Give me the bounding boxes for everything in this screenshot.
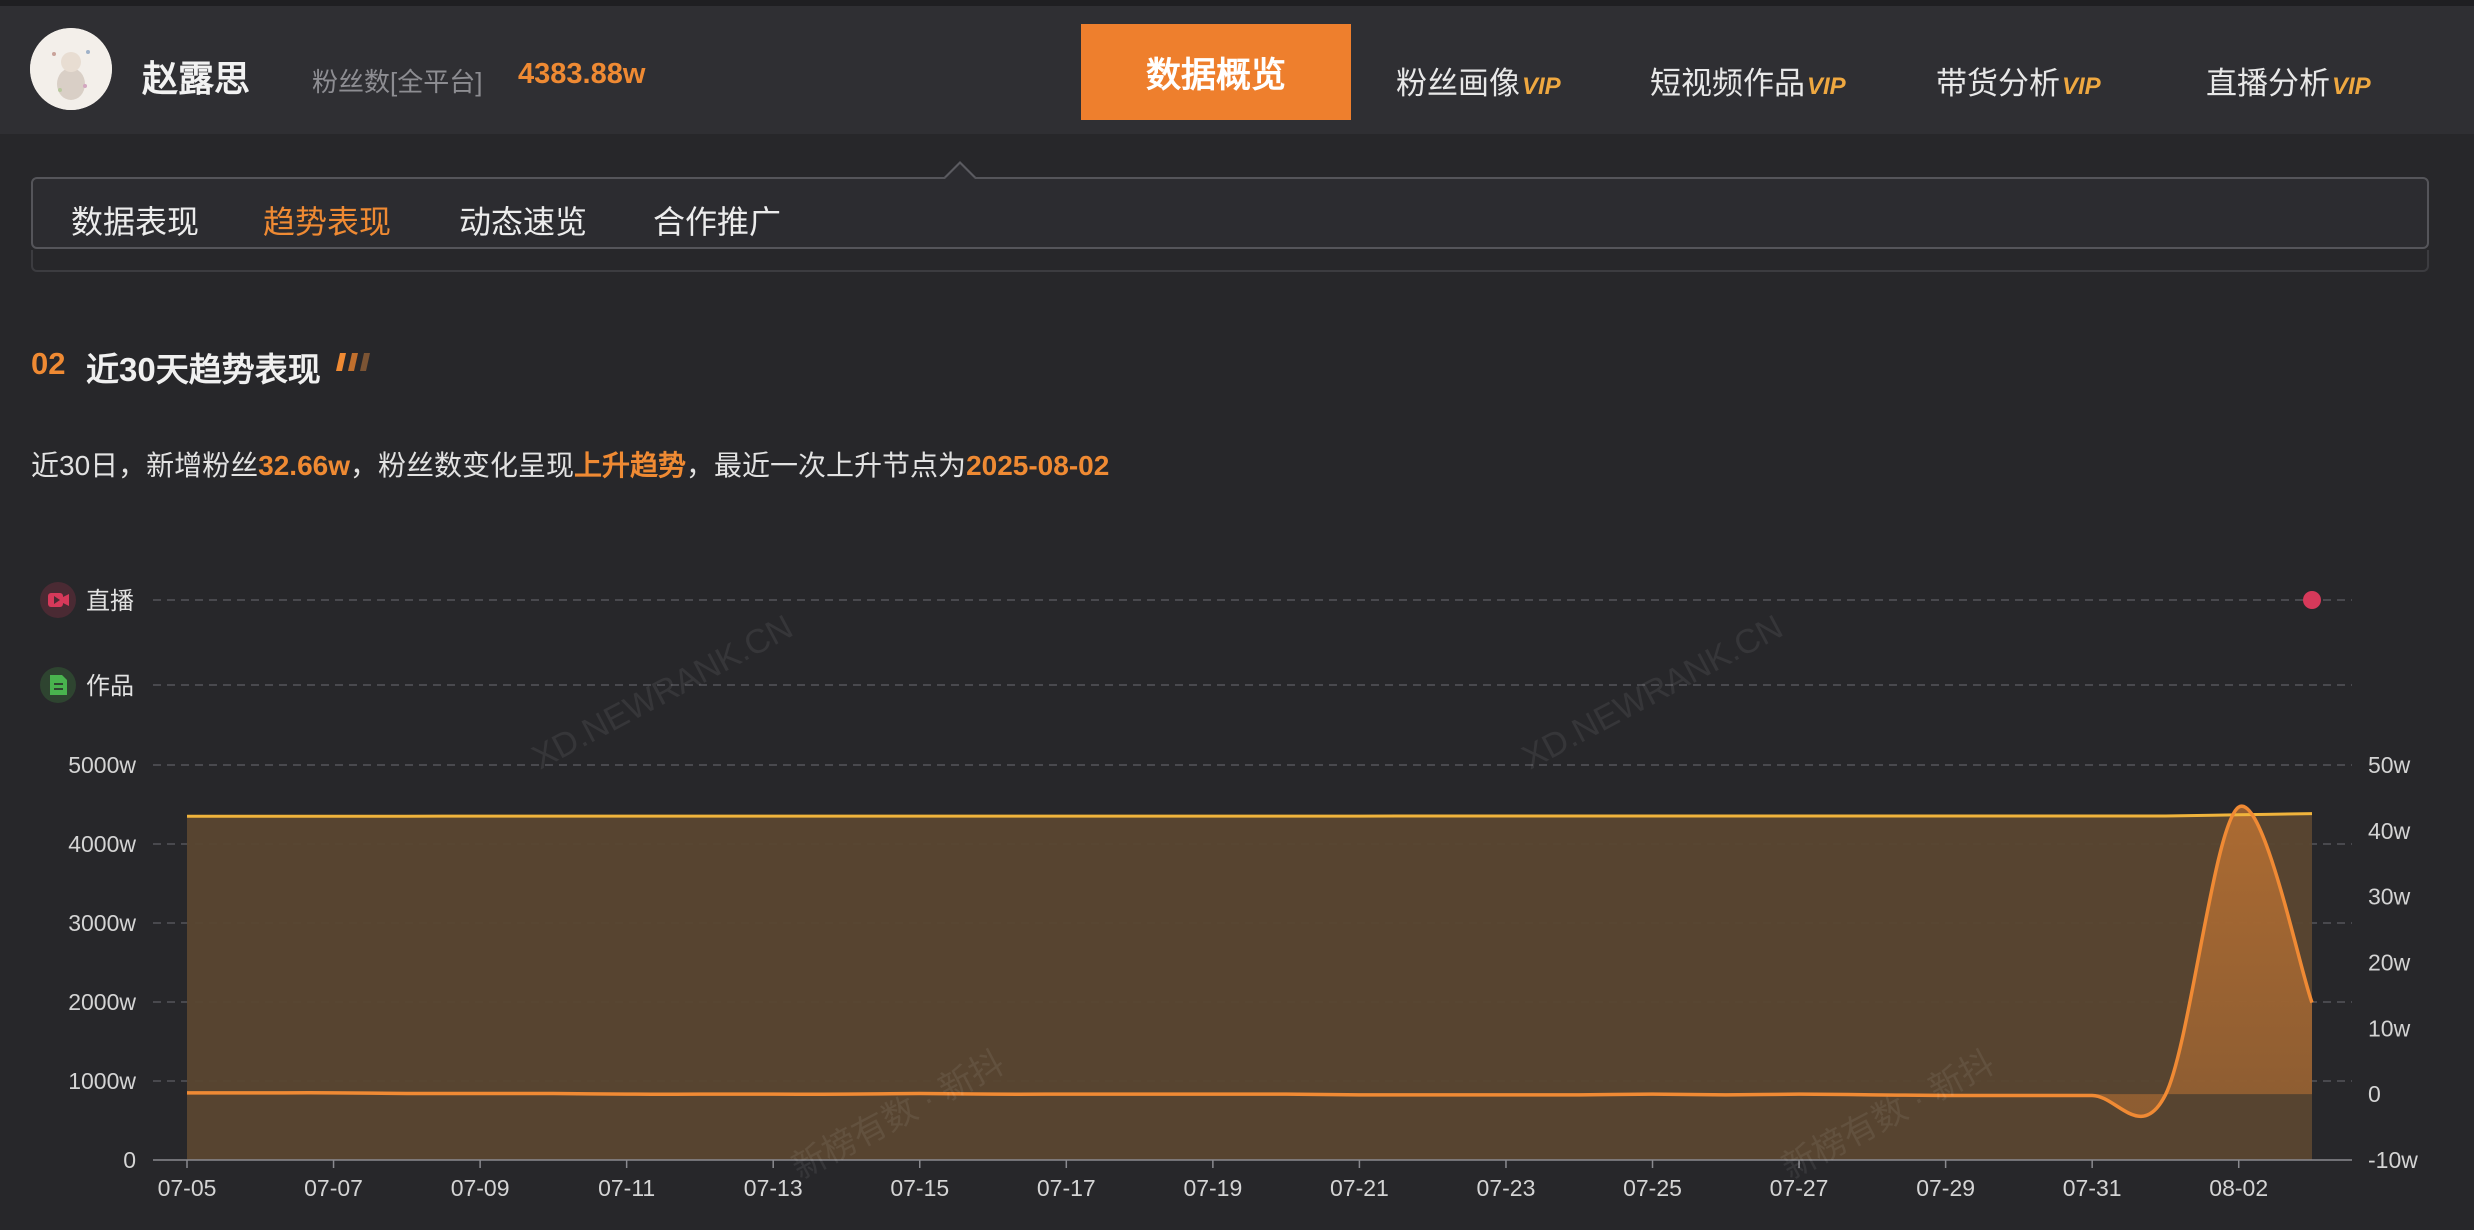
y-right-tick-label: 20w <box>2368 950 2411 976</box>
vip-badge: VIP <box>1807 73 1846 100</box>
y-right-tick-label: 30w <box>2368 884 2411 910</box>
event-row-label: 直播 <box>86 588 134 615</box>
y-right-tick-label: 0 <box>2368 1081 2381 1107</box>
fans-count-label: 粉丝数[全平台] <box>312 67 483 97</box>
x-tick-label: 07-13 <box>744 1175 803 1201</box>
watermark: XD.NEWRANK.CN <box>526 608 799 777</box>
y-left-tick-label: 5000w <box>68 752 136 778</box>
y-left-tick-label: 4000w <box>68 831 136 857</box>
avatar[interactable] <box>30 28 112 110</box>
x-tick-label: 07-31 <box>2063 1175 2122 1201</box>
x-tick-label: 07-17 <box>1037 1175 1096 1201</box>
section-title: 近30天趋势表现 <box>86 351 321 388</box>
nav-tab-sales-analysis[interactable]: 带货分析VIP <box>1936 58 2101 103</box>
y-left-tick-label: 1000w <box>68 1068 136 1094</box>
x-tick-label: 07-09 <box>451 1175 510 1201</box>
event-row-label: 作品 <box>86 673 134 700</box>
y-left-tick-label: 0 <box>123 1147 136 1173</box>
y-right-tick-label: 50w <box>2368 752 2411 778</box>
series-1-area <box>187 813 2312 1160</box>
x-tick-label: 07-15 <box>890 1175 949 1201</box>
vip-badge: VIP <box>2332 73 2371 100</box>
top-navigation-bar: 赵露思 粉丝数[全平台] 4383.88w 数据概览 粉丝画像VIP 短视频作品… <box>0 0 2474 134</box>
vip-badge: VIP <box>1522 73 1561 100</box>
x-tick-label: 07-11 <box>598 1175 655 1201</box>
x-tick-label: 08-02 <box>2209 1175 2268 1201</box>
sub-tab-bar: 数据表现 趋势表现 动态速览 合作推广 <box>31 177 2429 249</box>
new-fans-value: 32.66w <box>258 450 351 481</box>
title-decoration-icon <box>336 353 370 371</box>
subtab-cooperation[interactable]: 合作推广 <box>653 197 781 243</box>
y-right-tick-label: -10w <box>2368 1147 2418 1173</box>
latest-rise-date: 2025-08-02 <box>966 450 1110 481</box>
user-name: 赵露思 <box>142 58 251 99</box>
series-1-line <box>186 812 2313 818</box>
event-marker <box>2303 591 2321 609</box>
sub-tab-underline <box>31 250 2429 272</box>
x-tick-label: 07-19 <box>1183 1175 1242 1201</box>
y-right-tick-label: 10w <box>2368 1015 2411 1041</box>
trend-chart: 直播作品 0 1000w 2000w 3000w 4000w 5000w -10w 0 10w 20… <box>40 582 2418 1201</box>
subtab-data-performance[interactable]: 数据表现 <box>71 197 199 243</box>
y-left-tick-label: 3000w <box>68 910 136 936</box>
section-number: 02 <box>31 346 66 381</box>
y-right-tick-label: 40w <box>2368 818 2411 844</box>
x-tick-label: 07-21 <box>1330 1175 1389 1201</box>
x-tick-label: 07-25 <box>1623 1175 1682 1201</box>
nav-tab-short-video[interactable]: 短视频作品VIP <box>1650 58 1846 103</box>
active-tab-caret-fill <box>944 164 976 180</box>
x-tick-label: 07-05 <box>158 1175 217 1201</box>
nav-tab-data-overview[interactable]: 数据概览 <box>1081 24 1351 120</box>
fans-count-value: 4383.88w <box>518 58 646 90</box>
x-tick-label: 07-07 <box>304 1175 363 1201</box>
subtab-trend-performance[interactable]: 趋势表现 <box>263 197 391 243</box>
trend-direction: 上升趋势 <box>574 450 687 481</box>
nav-tab-fans-portrait[interactable]: 粉丝画像VIP <box>1396 58 1561 103</box>
nav-tab-live-analysis[interactable]: 直播分析VIP <box>2206 58 2371 103</box>
watermark: XD.NEWRANK.CN <box>1516 608 1789 777</box>
x-tick-label: 07-23 <box>1477 1175 1536 1201</box>
trend-summary: 近30日，新增粉丝32.66w，粉丝数变化呈现上升趋势，最近一次上升节点为202… <box>31 450 1110 481</box>
vip-badge: VIP <box>2062 73 2101 100</box>
subtab-dynamic-overview[interactable]: 动态速览 <box>459 197 587 243</box>
y-left-tick-label: 2000w <box>68 989 136 1015</box>
x-tick-label: 07-29 <box>1916 1175 1975 1201</box>
